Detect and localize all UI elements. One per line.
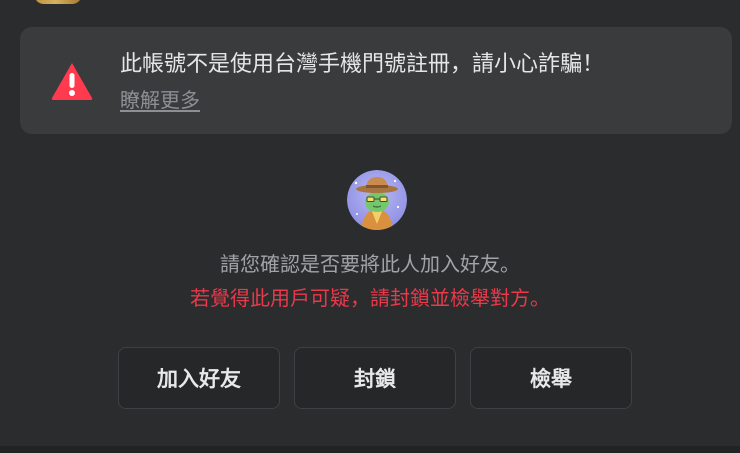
warning-triangle-icon: [51, 63, 93, 100]
learn-more-link[interactable]: 瞭解更多: [120, 86, 200, 114]
add-friend-button[interactable]: 加入好友: [118, 347, 280, 409]
profile-avatar: [347, 170, 407, 230]
block-button[interactable]: 封鎖: [294, 347, 456, 409]
frog-cowboy-avatar-icon: [347, 170, 407, 230]
confirm-question: 請您確認是否要將此人加入好友。: [220, 252, 520, 276]
top-avatar-fragment: [34, 0, 82, 4]
add-friend-confirmation-screen: 此帳號不是使用台灣手機門號註冊，請小心詐騙！ 瞭解更多 請您確認是否要將此人加入…: [0, 0, 740, 453]
report-button[interactable]: 檢舉: [470, 347, 632, 409]
suspicious-user-warning: 若覺得此用戶可疑，請封鎖並檢舉對方。: [190, 286, 550, 310]
fraud-warning-message: 此帳號不是使用台灣手機門號註冊，請小心詐騙！: [120, 52, 605, 77]
bottom-divider: [0, 446, 740, 453]
fraud-warning-banner: [20, 27, 732, 134]
